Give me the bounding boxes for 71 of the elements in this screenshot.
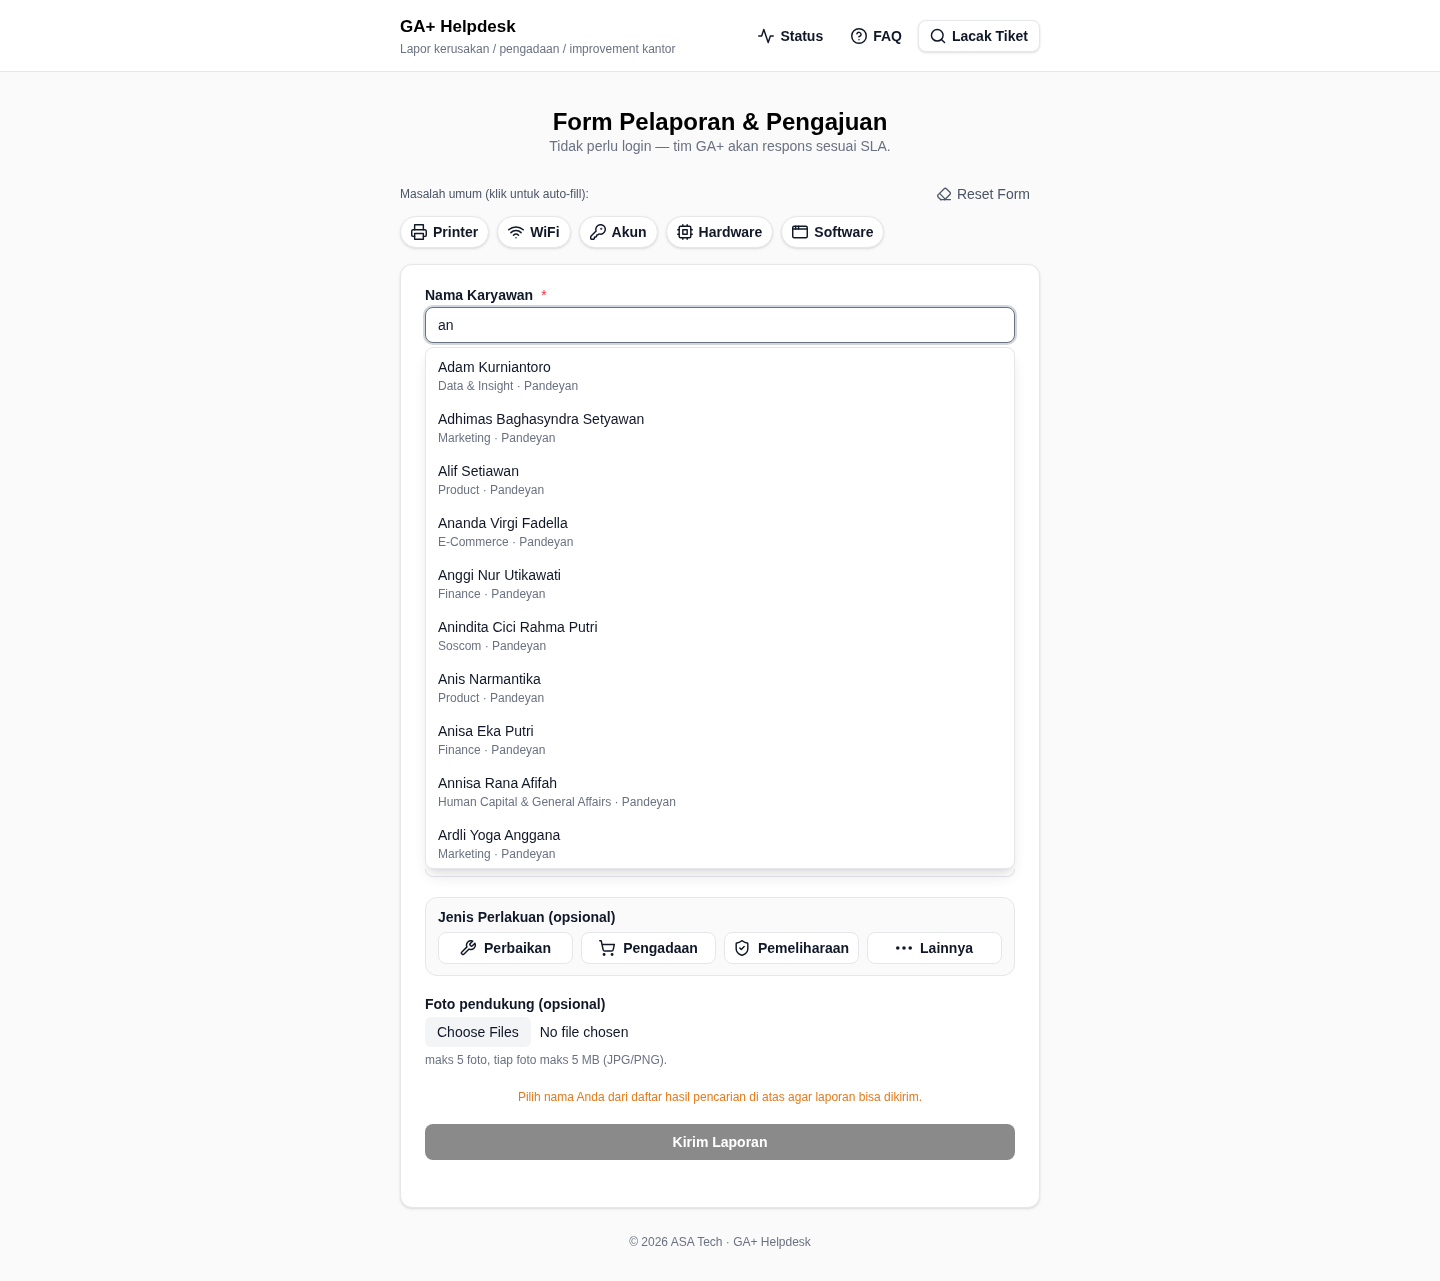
choose-files-button[interactable]: Choose Files xyxy=(425,1017,531,1047)
employee-detail: Soscom · Pandeyan xyxy=(438,638,548,655)
footer-text: © 2026 ASA Tech · GA+ Helpdesk xyxy=(628,1234,812,1250)
required-mark: * xyxy=(541,286,547,305)
employee-name: Anindita Cici Rahma Putri xyxy=(438,618,599,637)
section-title: Jenis Perlakuan (opsional) xyxy=(438,908,617,927)
employee-name: Ananda Virgi Fadella xyxy=(438,514,569,533)
employee-detail: Human Capital & General Affairs · Pandeyan xyxy=(438,794,677,811)
printer-icon xyxy=(411,224,427,240)
field-hint: maks 5 foto, tiap foto maks 5 MB (JPG/PNG). xyxy=(425,1052,669,1068)
quick-issues-label: Masalah umum (klik untuk auto-fill): xyxy=(400,186,589,202)
issue-chip[interactable]: Software xyxy=(781,216,885,248)
employee-detail: Product · Pandeyan xyxy=(438,482,546,499)
shield-check-icon xyxy=(733,940,750,956)
employee-name: Adhimas Baghasyndra Setyawan xyxy=(438,410,646,429)
employee-name: Adam Kurniantoro xyxy=(438,358,552,377)
employee-detail: Marketing · Pandeyan xyxy=(438,430,557,447)
eraser-icon xyxy=(936,187,951,201)
chip-icon xyxy=(676,224,693,240)
page-title: Form Pelaporan & Pengajuan xyxy=(551,108,889,136)
issue-chip[interactable]: Akun xyxy=(578,216,658,248)
employee-name: Anggi Nur Utikawati xyxy=(438,566,562,585)
faq-link[interactable]: FAQ xyxy=(839,19,914,52)
employee-detail: Marketing · Pandeyan xyxy=(438,846,557,863)
employee-detail: Finance · Pandeyan xyxy=(438,742,547,759)
treatment-option[interactable]: Perbaikan xyxy=(438,932,573,964)
ellipsis-icon xyxy=(896,946,913,950)
employee-detail: Data & Insight · Pandeyan xyxy=(438,378,580,395)
suggestion-item[interactable]: Anindita Cici Rahma Putri Soscom · Pandeyan xyxy=(426,608,1014,660)
employee-name: Anis Narmantika xyxy=(438,670,542,689)
wrench-icon xyxy=(460,940,477,956)
employee-detail: E-Commerce · Pandeyan xyxy=(438,534,575,551)
employee-detail: Finance · Pandeyan xyxy=(438,586,547,603)
employee-detail: Product · Pandeyan xyxy=(438,690,546,707)
cart-icon xyxy=(599,940,616,956)
field-label: Nama Karyawan xyxy=(425,286,534,305)
issue-chip[interactable]: WiFi xyxy=(497,216,571,248)
issue-chip[interactable]: Printer xyxy=(400,216,490,248)
suggestion-item[interactable]: Anisa Eka Putri Finance · Pandeyan xyxy=(426,712,1014,764)
treatment-option[interactable]: Lainnya xyxy=(867,932,1002,964)
field-label: Foto pendukung (opsional) xyxy=(425,995,607,1014)
suggestion-item[interactable]: Ardli Yoga Anggana Marketing · Pandeyan xyxy=(426,816,1014,868)
employee-name: Annisa Rana Afifah xyxy=(438,774,559,793)
status-link[interactable]: Status xyxy=(746,19,836,52)
treatment-option[interactable]: Pengadaan xyxy=(581,932,716,964)
key-icon xyxy=(589,224,606,240)
app-subtitle: Lapor kerusakan / pengadaan / improvement kantor xyxy=(400,40,676,57)
search-icon xyxy=(930,27,946,44)
reset-form-button[interactable]: Reset Form xyxy=(936,184,1030,204)
employee-name: Anisa Eka Putri xyxy=(438,722,535,741)
help-icon xyxy=(851,27,868,44)
window-icon xyxy=(792,224,809,240)
suggestion-item[interactable]: Annisa Rana Afifah Human Capital & General Affairs · Pandeyan xyxy=(426,764,1014,816)
page-subtitle: Tidak perlu login — tim GA+ akan respons sesuai SLA. xyxy=(548,137,892,156)
suggestion-item[interactable]: Anggi Nur Utikawati Finance · Pandeyan xyxy=(426,556,1014,608)
file-status: No file chosen xyxy=(539,1023,629,1042)
employee-search-field[interactable]: an xyxy=(425,307,1015,343)
app-title: GA+ Helpdesk xyxy=(400,15,517,38)
treatment-option[interactable]: Pemeliharaan xyxy=(724,932,859,964)
pulse-icon xyxy=(758,27,775,44)
suggestion-item[interactable]: Adam Kurniantoro Data & Insight · Pandeyan xyxy=(426,348,1014,400)
suggestion-item[interactable]: Alif Setiawan Product · Pandeyan xyxy=(426,452,1014,504)
validation-message: Pilih nama Anda dari daftar hasil pencarian di atas agar laporan bisa dikirim. xyxy=(516,1089,924,1105)
suggestion-item[interactable]: Adhimas Baghasyndra Setyawan Marketing · Pandeyan xyxy=(426,400,1014,452)
employee-name: Alif Setiawan xyxy=(438,462,520,481)
employee-name: Ardli Yoga Anggana xyxy=(438,826,562,845)
suggestion-item[interactable]: Anis Narmantika Product · Pandeyan xyxy=(426,660,1014,712)
wifi-icon xyxy=(508,224,525,240)
suggestion-item[interactable]: Ananda Virgi Fadella E-Commerce · Pandeyan xyxy=(426,504,1014,556)
track-ticket-button[interactable]: Lacak Tiket xyxy=(918,19,1040,52)
issue-chip[interactable]: Hardware xyxy=(665,216,774,248)
